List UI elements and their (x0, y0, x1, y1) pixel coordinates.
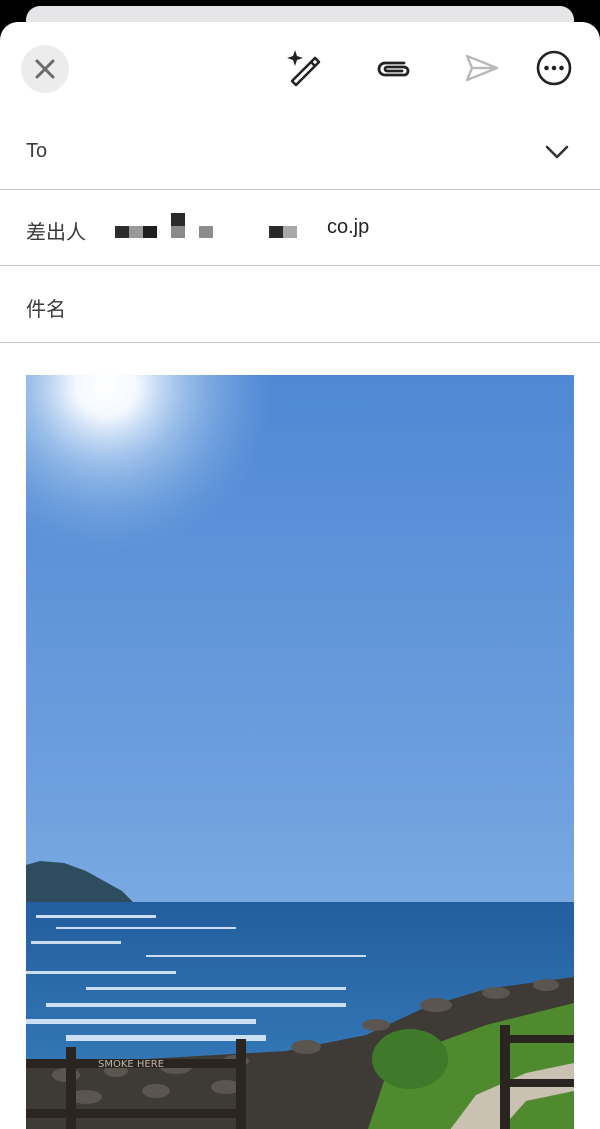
more-options-button[interactable] (532, 46, 576, 90)
subject-input[interactable] (90, 283, 574, 325)
to-label: To (26, 140, 48, 162)
help-me-write-button[interactable] (283, 46, 327, 90)
attach-button[interactable] (372, 46, 416, 90)
attached-photo[interactable]: SMOKE HERE (26, 375, 574, 1129)
send-button[interactable] (460, 46, 504, 90)
seaside-photo-image: SMOKE HERE (26, 375, 574, 1129)
subject-label: 件名 (26, 299, 66, 321)
chevron-down-icon[interactable] (544, 142, 570, 162)
from-row: 差出人 co.jp (0, 189, 600, 266)
compose-toolbar (0, 22, 600, 114)
close-icon (35, 59, 55, 79)
sender-field[interactable]: co.jp (115, 207, 495, 247)
subject-row: 件名 (0, 265, 600, 343)
magic-pen-icon (287, 50, 321, 87)
sender-domain: co.jp (327, 216, 370, 238)
compose-sheet: To 差出人 co.jp 件名 SMOKE HERE (0, 22, 600, 1129)
close-button[interactable] (21, 45, 69, 93)
send-icon (465, 54, 499, 82)
from-label: 差出人 (26, 222, 86, 244)
more-icon (536, 50, 572, 86)
fence-sign-text: SMOKE HERE (98, 1059, 164, 1070)
to-row[interactable]: To (0, 114, 600, 190)
paperclip-icon (377, 61, 410, 77)
